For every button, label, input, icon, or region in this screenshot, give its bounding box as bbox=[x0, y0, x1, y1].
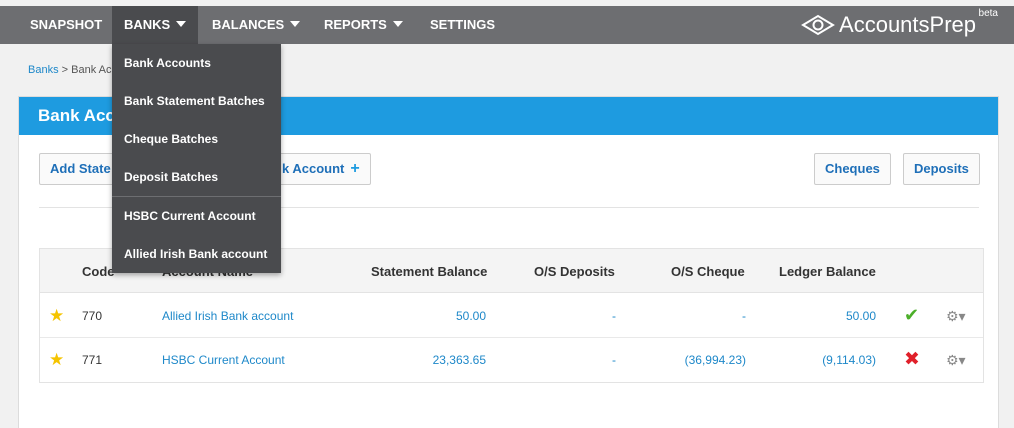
gear-menu-icon[interactable]: ⚙▾ bbox=[946, 308, 966, 325]
chevron-down-icon bbox=[176, 21, 187, 27]
chevron-down-icon bbox=[392, 21, 403, 27]
nav-banks-label: BANKS bbox=[124, 17, 171, 32]
statement-balance[interactable]: 50.00 bbox=[456, 309, 486, 323]
header-code[interactable]: Code bbox=[82, 264, 115, 279]
breadcrumb-current: Bank Ac bbox=[71, 64, 112, 76]
brand-name: AccountsPrep bbox=[839, 12, 976, 37]
header-ledger-balance[interactable]: Ledger Balance bbox=[779, 264, 876, 279]
header-statement-balance[interactable]: Statement Balance bbox=[371, 264, 487, 279]
menu-cheque-batches[interactable]: Cheque Batches bbox=[124, 132, 218, 146]
add-account-label: k Account bbox=[282, 161, 345, 176]
brand-logo[interactable]: AccountsPrep bbox=[801, 10, 976, 40]
add-bank-account-button[interactable]: k Account + bbox=[271, 153, 371, 185]
star-icon[interactable]: ★ bbox=[49, 350, 64, 370]
error-x-icon: ✖ bbox=[904, 349, 920, 370]
menu-hsbc-current-account[interactable]: HSBC Current Account bbox=[124, 209, 256, 223]
ledger-balance[interactable]: 50.00 bbox=[846, 309, 876, 323]
check-icon: ✔ bbox=[904, 305, 920, 325]
menu-allied-irish-bank-account[interactable]: Allied Irish Bank account bbox=[124, 247, 267, 261]
account-name-link[interactable]: HSBC Current Account bbox=[162, 353, 285, 367]
nav-snapshot-label: SNAPSHOT bbox=[30, 17, 103, 32]
menu-divider bbox=[112, 196, 281, 197]
nav-settings-label: SETTINGS bbox=[430, 17, 496, 32]
menu-bank-accounts[interactable]: Bank Accounts bbox=[124, 56, 211, 70]
table-row: ★ 771 HSBC Current Account 23,363.65 - (… bbox=[40, 338, 983, 382]
nav-balances-label: BALANCES bbox=[212, 17, 285, 32]
header-os-cheque[interactable]: O/S Cheque bbox=[671, 264, 745, 279]
cheques-label: Cheques bbox=[825, 161, 880, 176]
beta-label: beta bbox=[978, 8, 998, 19]
eye-icon bbox=[801, 14, 835, 36]
cheques-button[interactable]: Cheques bbox=[814, 153, 891, 185]
account-name-link[interactable]: Allied Irish Bank account bbox=[162, 309, 293, 323]
top-navigation: SNAPSHOT BANKS BALANCES REPORTS SETTINGS… bbox=[0, 6, 1014, 44]
add-statement-label: Add State bbox=[50, 161, 111, 176]
nav-reports[interactable]: REPORTS bbox=[312, 6, 415, 44]
os-deposits[interactable]: - bbox=[612, 309, 616, 323]
breadcrumb: Banks > Bank Ac bbox=[28, 64, 111, 76]
banks-dropdown-menu: Bank Accounts Bank Statement Batches Che… bbox=[112, 44, 281, 273]
deposits-button[interactable]: Deposits bbox=[903, 153, 980, 185]
nav-balances[interactable]: BALANCES bbox=[200, 6, 312, 44]
nav-reports-label: REPORTS bbox=[324, 17, 387, 32]
menu-deposit-batches[interactable]: Deposit Batches bbox=[124, 170, 218, 184]
os-deposits[interactable]: - bbox=[612, 353, 616, 367]
breadcrumb-banks-link[interactable]: Banks bbox=[28, 64, 59, 76]
row-code: 771 bbox=[82, 353, 103, 367]
table-row: ★ 770 Allied Irish Bank account 50.00 - … bbox=[40, 294, 983, 338]
chevron-down-icon bbox=[290, 21, 301, 27]
breadcrumb-separator: > bbox=[58, 64, 72, 76]
nav-banks[interactable]: BANKS bbox=[112, 6, 199, 44]
header-os-deposits[interactable]: O/S Deposits bbox=[534, 264, 615, 279]
os-cheque[interactable]: - bbox=[742, 309, 746, 323]
plus-icon: + bbox=[350, 160, 360, 177]
nav-snapshot[interactable]: SNAPSHOT bbox=[18, 6, 114, 44]
deposits-label: Deposits bbox=[914, 161, 969, 176]
os-cheque[interactable]: (36,994.23) bbox=[685, 353, 746, 367]
star-icon[interactable]: ★ bbox=[49, 306, 64, 326]
ledger-balance[interactable]: (9,114.03) bbox=[822, 353, 876, 367]
gear-menu-icon[interactable]: ⚙▾ bbox=[946, 352, 966, 369]
nav-settings[interactable]: SETTINGS bbox=[418, 6, 507, 44]
row-code: 770 bbox=[82, 309, 103, 323]
statement-balance[interactable]: 23,363.65 bbox=[433, 353, 486, 367]
menu-bank-statement-batches[interactable]: Bank Statement Batches bbox=[124, 94, 265, 108]
